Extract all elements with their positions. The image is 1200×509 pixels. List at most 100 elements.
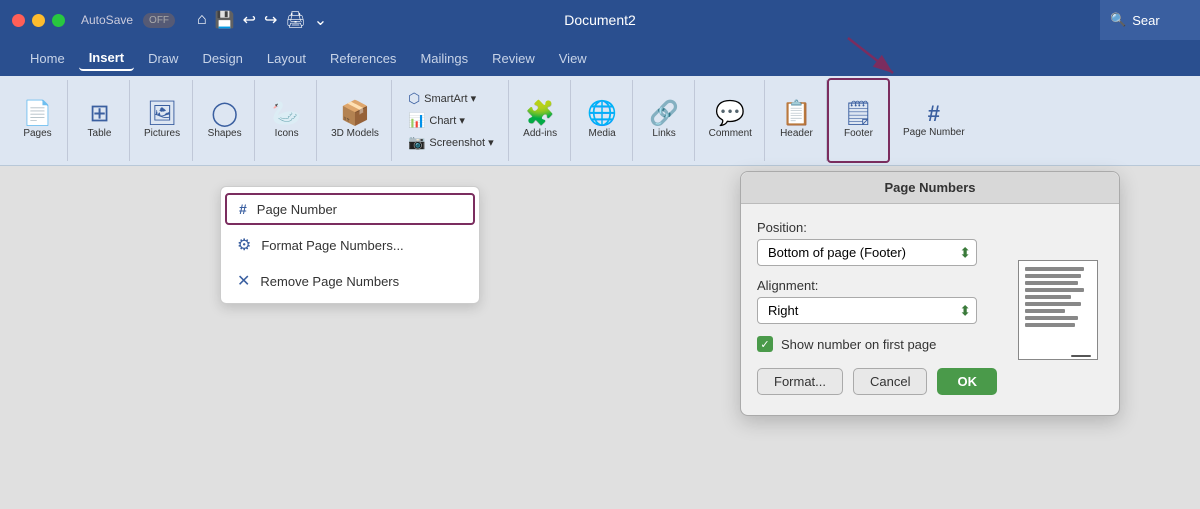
position-label: Position: xyxy=(757,220,997,235)
tab-home[interactable]: Home xyxy=(20,47,75,70)
show-first-page-checkbox[interactable]: ✓ xyxy=(757,336,773,352)
group-table: ⊞ Table xyxy=(70,80,130,161)
btn-table[interactable]: ⊞ Table xyxy=(79,98,121,143)
page-numbers-dialog: Page Numbers Position: Bottom of page (F… xyxy=(740,171,1120,416)
redo-icon[interactable]: ↪ xyxy=(264,10,277,30)
tab-insert[interactable]: Insert xyxy=(79,46,134,71)
ribbon-nav: Home Insert Draw Design Layout Reference… xyxy=(0,40,1200,76)
menu-item-pagenumber[interactable]: # Page Number xyxy=(225,193,475,225)
menu-item-remove[interactable]: ✕ Remove Page Numbers xyxy=(221,263,479,299)
pages-icon: 📄 xyxy=(23,102,53,126)
window-controls xyxy=(12,14,65,27)
chart-icon: 📊 xyxy=(408,112,425,129)
icons-icon: 🦢 xyxy=(272,102,302,126)
btn-screenshot[interactable]: 📷 Screenshot ▾ xyxy=(404,132,498,153)
group-addins: 🧩 Add-ins xyxy=(511,80,571,161)
group-icons: 🦢 Icons xyxy=(257,80,317,161)
maximize-button[interactable] xyxy=(52,14,65,27)
alignment-label: Alignment: xyxy=(757,278,997,293)
btn-icons[interactable]: 🦢 Icons xyxy=(266,98,308,143)
print-icon[interactable]: 🖨 xyxy=(285,10,305,30)
group-pictures: 🖼 Pictures xyxy=(132,80,193,161)
stacked-insert-group: ⬡ SmartArt ▾ 📊 Chart ▾ 📷 Screenshot ▾ xyxy=(400,86,502,155)
search-icon: 🔍 xyxy=(1110,12,1126,28)
btn-chart[interactable]: 📊 Chart ▾ xyxy=(404,110,498,131)
btn-pictures[interactable]: 🖼 Pictures xyxy=(138,98,186,143)
table-icon: ⊞ xyxy=(89,102,109,126)
addins-icon: 🧩 xyxy=(525,102,555,126)
save-icon[interactable]: 💾 xyxy=(215,10,235,30)
pagenumber-icon: # xyxy=(928,103,940,125)
position-select[interactable]: Bottom of page (Footer) Top of page (Hea… xyxy=(757,239,977,266)
cancel-button[interactable]: Cancel xyxy=(853,368,927,395)
btn-addins[interactable]: 🧩 Add-ins xyxy=(517,98,563,143)
preview-footer-number xyxy=(1071,355,1091,357)
minimize-button[interactable] xyxy=(32,14,45,27)
title-bar-tools: AutoSave OFF ⌂ 💾 ↩ ↪ 🖨 ⌄ xyxy=(81,10,327,30)
alignment-select-wrapper: Right Left Center Inside Outside ⬍ xyxy=(757,297,977,324)
preview-line-9 xyxy=(1025,323,1075,327)
undo-icon[interactable]: ↩ xyxy=(243,10,256,30)
btn-footer[interactable]: 🗒 Footer xyxy=(837,98,879,143)
pictures-icon: 🖼 xyxy=(147,102,177,126)
btn-header[interactable]: 📋 Header xyxy=(774,98,819,143)
preview-line-5 xyxy=(1025,295,1071,299)
more-icon[interactable]: ⌄ xyxy=(314,10,327,30)
preview-line-4 xyxy=(1025,288,1084,292)
preview-line-2 xyxy=(1025,274,1081,278)
format-button[interactable]: Format... xyxy=(757,368,843,395)
page-preview-image xyxy=(1018,260,1098,360)
dialog-actions: Format... Cancel OK xyxy=(757,368,997,399)
header-label: Header xyxy=(780,128,813,139)
btn-pagenumber[interactable]: # Page Number xyxy=(897,99,971,142)
menu-remove-label: Remove Page Numbers xyxy=(260,274,399,289)
preview-line-8 xyxy=(1025,316,1078,320)
shapes-label: Shapes xyxy=(208,128,242,139)
links-label: Links xyxy=(652,128,675,139)
ok-button[interactable]: OK xyxy=(937,368,997,395)
home-icon[interactable]: ⌂ xyxy=(197,11,207,29)
btn-pages[interactable]: 📄 Pages xyxy=(17,98,59,143)
shapes-icon: ◯ xyxy=(211,102,238,126)
screenshot-icon: 📷 xyxy=(408,134,425,151)
window-title: Document2 xyxy=(564,12,636,28)
media-label: Media xyxy=(588,128,615,139)
pages-label: Pages xyxy=(23,128,51,139)
preview-line-6 xyxy=(1025,302,1081,306)
show-first-page-row: ✓ Show number on first page xyxy=(757,336,997,352)
close-button[interactable] xyxy=(12,14,25,27)
comment-icon: 💬 xyxy=(715,102,745,126)
tab-design[interactable]: Design xyxy=(192,47,252,70)
btn-3dmodels[interactable]: 📦 3D Models xyxy=(325,98,385,143)
table-label: Table xyxy=(88,128,112,139)
tab-draw[interactable]: Draw xyxy=(138,47,188,70)
tab-view[interactable]: View xyxy=(549,47,597,70)
dialog-title: Page Numbers xyxy=(741,172,1119,204)
menu-item-format[interactable]: ⚙ Format Page Numbers... xyxy=(221,227,479,263)
tab-layout[interactable]: Layout xyxy=(257,47,316,70)
dropdown-menu: # Page Number ⚙ Format Page Numbers... ✕… xyxy=(220,186,480,304)
group-media: 🌐 Media xyxy=(573,80,633,161)
btn-comment[interactable]: 💬 Comment xyxy=(703,98,758,143)
group-shapes: ◯ Shapes xyxy=(195,80,255,161)
pagenumber-menu-icon: # xyxy=(239,201,247,217)
autosave-toggle[interactable]: OFF xyxy=(143,13,175,28)
tab-mailings[interactable]: Mailings xyxy=(410,47,478,70)
btn-media[interactable]: 🌐 Media xyxy=(581,98,623,143)
group-comment: 💬 Comment xyxy=(697,80,765,161)
main-content: # Page Number ⚙ Format Page Numbers... ✕… xyxy=(0,166,1200,509)
tab-review[interactable]: Review xyxy=(482,47,545,70)
tab-references[interactable]: References xyxy=(320,47,406,70)
group-footer: 🗒 Footer xyxy=(829,80,889,161)
btn-shapes[interactable]: ◯ Shapes xyxy=(202,98,248,143)
footer-icon: 🗒 xyxy=(843,102,873,126)
3dmodels-label: 3D Models xyxy=(331,128,379,139)
btn-links[interactable]: 🔗 Links xyxy=(643,98,685,143)
search-area[interactable]: 🔍 Sear xyxy=(1100,0,1200,40)
preview-line-1 xyxy=(1025,267,1084,271)
smartart-label: SmartArt ▾ xyxy=(424,92,476,105)
position-row: Position: Bottom of page (Footer) Top of… xyxy=(757,220,997,266)
preview-line-7 xyxy=(1025,309,1065,313)
btn-smartart[interactable]: ⬡ SmartArt ▾ xyxy=(404,88,498,109)
alignment-select[interactable]: Right Left Center Inside Outside xyxy=(757,297,977,324)
